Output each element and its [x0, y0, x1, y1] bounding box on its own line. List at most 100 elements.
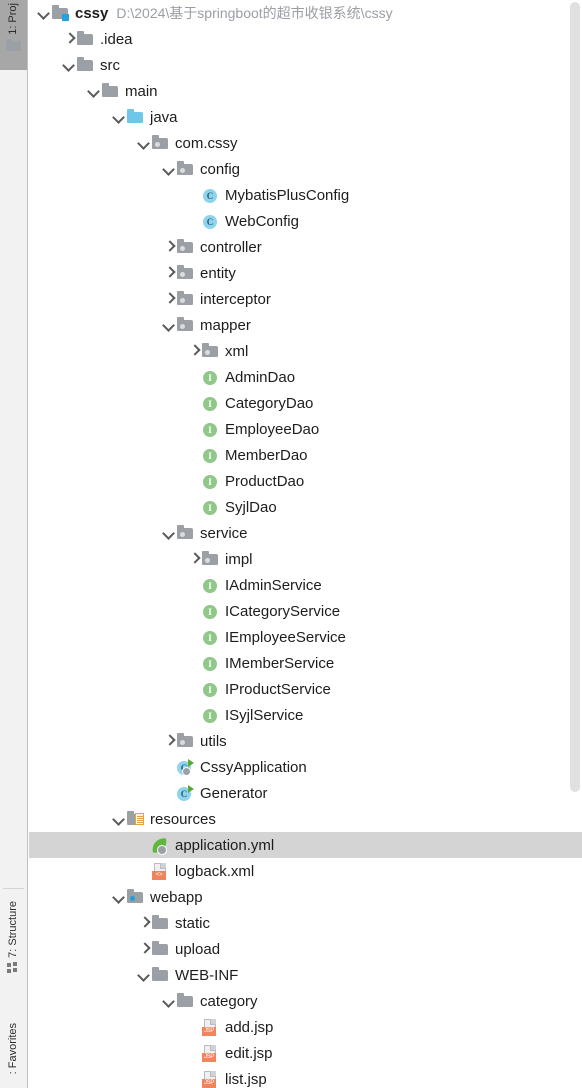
tree-row[interactable]: upload: [29, 936, 582, 962]
tree-row[interactable]: I AdminDao: [29, 364, 582, 390]
tree-row[interactable]: service: [29, 520, 582, 546]
chevron-down-icon[interactable]: [162, 156, 176, 182]
vertical-scrollbar-thumb[interactable]: [570, 2, 580, 792]
tree-row[interactable]: main: [29, 78, 582, 104]
tree-row-icon: I: [201, 368, 223, 386]
tree-arrow-placeholder: [187, 364, 201, 390]
chevron-down-icon[interactable]: [162, 520, 176, 546]
tree-row[interactable]: I EmployeeDao: [29, 416, 582, 442]
project-path-label: D:\2024\基于springboot的超市收银系统\cssy: [116, 5, 393, 21]
tree-row-label: MemberDao: [225, 446, 308, 464]
tree-row[interactable]: .idea: [29, 26, 582, 52]
stripe-divider: [3, 888, 24, 889]
java-interface-icon: I: [201, 394, 219, 412]
chevron-down-icon[interactable]: [162, 988, 176, 1014]
tree-arrow-placeholder: [187, 624, 201, 650]
tree-row[interactable]: C WebConfig: [29, 208, 582, 234]
tree-row[interactable]: com.cssy: [29, 130, 582, 156]
tree-row[interactable]: JSP add.jsp: [29, 1014, 582, 1040]
tree-row[interactable]: java: [29, 104, 582, 130]
tree-row[interactable]: C Generator: [29, 780, 582, 806]
chevron-right-icon[interactable]: [162, 728, 176, 754]
tree-row-icon: [126, 108, 148, 126]
chevron-down-icon[interactable]: [87, 78, 101, 104]
chevron-down-icon[interactable]: [162, 312, 176, 338]
tree-row[interactable]: I CategoryDao: [29, 390, 582, 416]
tree-row-label: ISyjlService: [225, 706, 304, 724]
chevron-right-icon[interactable]: [162, 234, 176, 260]
tree-row[interactable]: I IMemberService: [29, 650, 582, 676]
tree-row-label: impl: [225, 550, 253, 568]
tree-row[interactable]: cssy D:\2024\基于springboot的超市收银系统\cssy: [29, 0, 582, 26]
package-folder-icon: [176, 290, 194, 308]
tree-row-icon: C: [176, 784, 198, 802]
tree-row-icon: [176, 264, 198, 282]
chevron-down-icon[interactable]: [112, 104, 126, 130]
chevron-down-icon[interactable]: [137, 130, 151, 156]
stripe-tab-structure[interactable]: 7: Structure: [0, 898, 27, 974]
java-interface-icon: I: [201, 654, 219, 672]
tree-row[interactable]: JSP edit.jsp: [29, 1040, 582, 1066]
tree-row[interactable]: resources: [29, 806, 582, 832]
tree-row[interactable]: I IProductService: [29, 676, 582, 702]
jsp-file-icon: JSP: [201, 1018, 219, 1036]
chevron-down-icon[interactable]: [112, 884, 126, 910]
jsp-file-icon: JSP: [201, 1044, 219, 1062]
tree-row[interactable]: I IAdminService: [29, 572, 582, 598]
chevron-right-icon[interactable]: [162, 260, 176, 286]
java-interface-icon: I: [201, 472, 219, 490]
tree-row[interactable]: JSP list.jsp: [29, 1066, 582, 1088]
tree-row[interactable]: C MybatisPlusConfig: [29, 182, 582, 208]
tree-row[interactable]: I ISyjlService: [29, 702, 582, 728]
tree-row[interactable]: xml: [29, 338, 582, 364]
vertical-scrollbar[interactable]: [568, 0, 582, 800]
tree-row[interactable]: I ProductDao: [29, 468, 582, 494]
tree-row[interactable]: entity: [29, 260, 582, 286]
tree-arrow-placeholder: [187, 416, 201, 442]
tree-row[interactable]: I ICategoryService: [29, 598, 582, 624]
tree-row[interactable]: config: [29, 156, 582, 182]
tree-row[interactable]: src: [29, 52, 582, 78]
project-file-tree[interactable]: cssy D:\2024\基于springboot的超市收银系统\cssy .ide…: [29, 0, 582, 1088]
java-class-icon: C: [201, 212, 219, 230]
chevron-right-icon[interactable]: [137, 910, 151, 936]
chevron-right-icon[interactable]: [187, 546, 201, 572]
tree-row[interactable]: impl: [29, 546, 582, 572]
tree-row-label: MybatisPlusConfig: [225, 186, 350, 204]
chevron-down-icon[interactable]: [62, 52, 76, 78]
tree-arrow-placeholder: [162, 754, 176, 780]
tree-row[interactable]: category: [29, 988, 582, 1014]
structure-icon: [6, 961, 21, 974]
tree-row[interactable]: C CssyApplication: [29, 754, 582, 780]
tree-row[interactable]: webapp: [29, 884, 582, 910]
stripe-tab-project[interactable]: 1: Proj: [0, 0, 27, 70]
tree-row[interactable]: <> logback.xml: [29, 858, 582, 884]
tree-row[interactable]: static: [29, 910, 582, 936]
stripe-tab-favorites[interactable]: : Favorites: [0, 1020, 27, 1074]
tree-row-label: mapper: [200, 316, 251, 334]
folder-icon: [151, 966, 169, 984]
tree-row[interactable]: I SyjlDao: [29, 494, 582, 520]
tree-row-label: list.jsp: [225, 1070, 267, 1088]
tree-row[interactable]: WEB-INF: [29, 962, 582, 988]
tree-arrow-placeholder: [187, 442, 201, 468]
chevron-right-icon[interactable]: [62, 26, 76, 52]
tree-row[interactable]: controller: [29, 234, 582, 260]
tree-row-label: IAdminService: [225, 576, 322, 594]
chevron-down-icon[interactable]: [137, 962, 151, 988]
chevron-right-icon[interactable]: [187, 338, 201, 364]
tree-row[interactable]: utils: [29, 728, 582, 754]
tree-row[interactable]: I MemberDao: [29, 442, 582, 468]
project-root-folder-icon: [51, 4, 69, 22]
chevron-right-icon[interactable]: [137, 936, 151, 962]
package-folder-icon: [176, 238, 194, 256]
tree-row-icon: JSP: [201, 1044, 223, 1062]
chevron-right-icon[interactable]: [162, 286, 176, 312]
tree-row[interactable]: interceptor: [29, 286, 582, 312]
tree-row[interactable]: application.yml: [29, 832, 582, 858]
chevron-down-icon[interactable]: [37, 0, 51, 26]
tree-row[interactable]: mapper: [29, 312, 582, 338]
tree-row-icon: JSP: [201, 1070, 223, 1088]
tree-row[interactable]: I IEmployeeService: [29, 624, 582, 650]
chevron-down-icon[interactable]: [112, 806, 126, 832]
